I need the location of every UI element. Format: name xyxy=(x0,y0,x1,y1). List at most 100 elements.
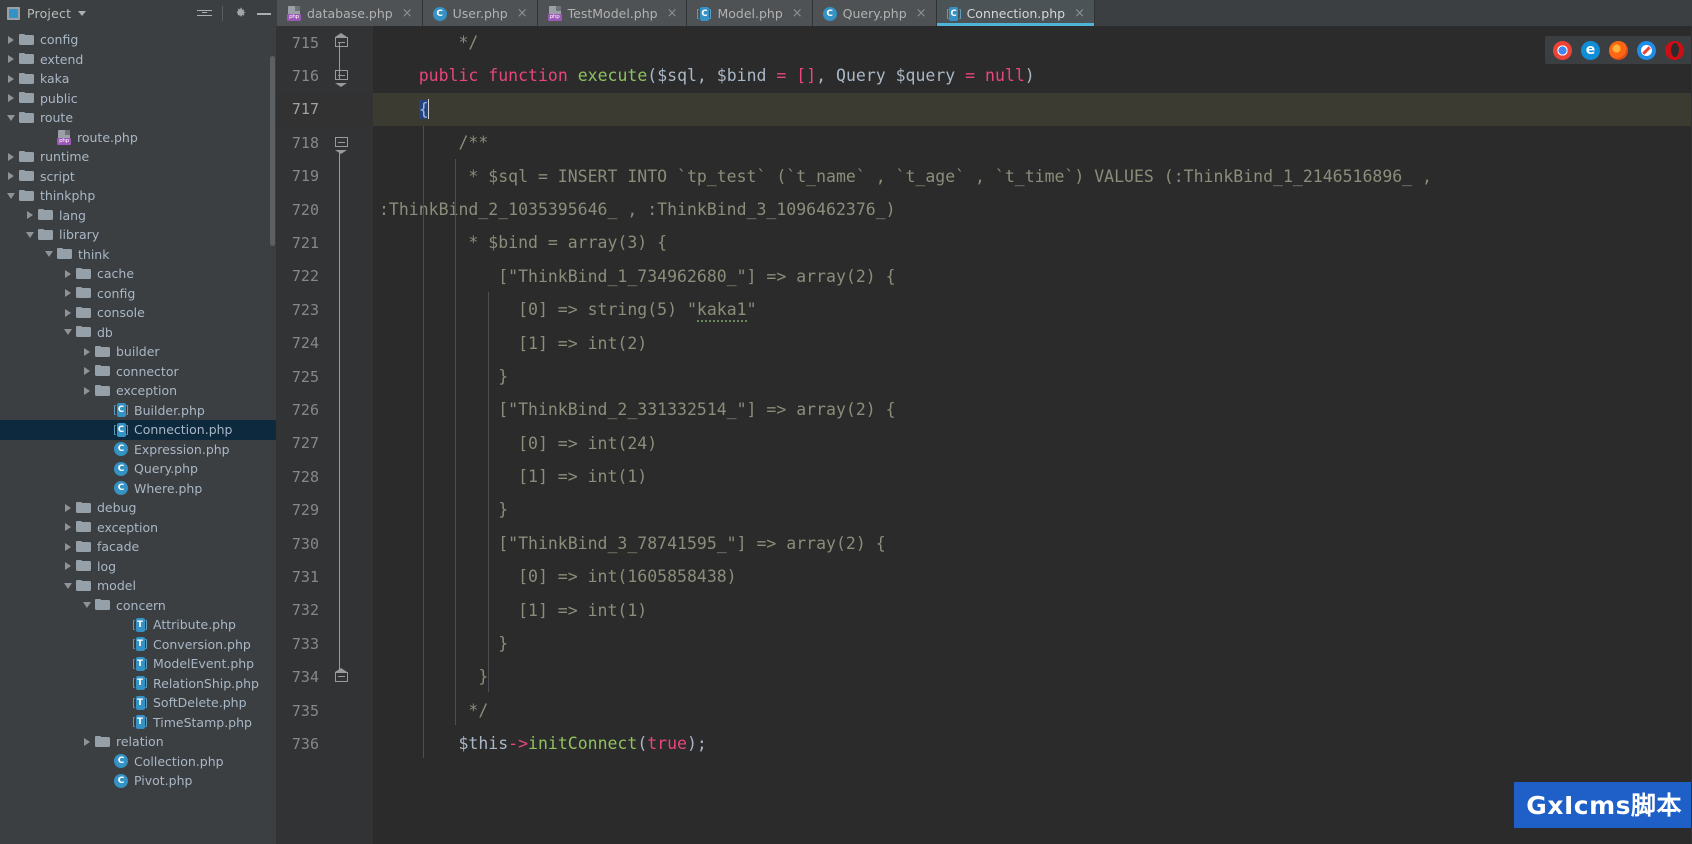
line-number[interactable]: 725 xyxy=(277,360,373,393)
line-number[interactable]: 731 xyxy=(277,560,373,593)
chevron-down-icon[interactable] xyxy=(5,115,17,121)
line-number[interactable]: 716 xyxy=(277,59,373,92)
fold-toggle-icon[interactable] xyxy=(335,70,348,88)
code-line-728[interactable]: } xyxy=(373,493,1692,526)
chevron-down-icon[interactable] xyxy=(5,193,17,199)
close-icon[interactable]: × xyxy=(1074,7,1085,20)
code-line-719[interactable]: * $sql = INSERT INTO `tp_test` (`t_name`… xyxy=(373,160,1692,193)
chrome-browser-icon[interactable] xyxy=(1553,40,1572,60)
tree-item-exception[interactable]: exception xyxy=(0,381,277,401)
tree-item-thinkphp[interactable]: thinkphp xyxy=(0,186,277,206)
chevron-right-icon[interactable] xyxy=(81,367,93,375)
chevron-right-icon[interactable] xyxy=(62,523,74,531)
chevron-right-icon[interactable] xyxy=(5,75,17,83)
tree-item-collection-php[interactable]: C Collection.php xyxy=(0,752,277,772)
tree-item-builder[interactable]: builder xyxy=(0,342,277,362)
tree-item-expression-php[interactable]: C Expression.php xyxy=(0,440,277,460)
tree-item-route-php[interactable]: php route.php xyxy=(0,128,277,148)
chevron-right-icon[interactable] xyxy=(5,153,17,161)
line-number[interactable]: 719 xyxy=(277,160,373,193)
chevron-right-icon[interactable] xyxy=(81,348,93,356)
tab-connection-php[interactable]: C Connection.php × xyxy=(936,0,1095,26)
tree-item-console[interactable]: console xyxy=(0,303,277,323)
code-line-717[interactable]: { xyxy=(373,92,1692,127)
chevron-right-icon[interactable] xyxy=(62,270,74,278)
close-icon[interactable]: × xyxy=(517,7,528,20)
chevron-down-icon[interactable] xyxy=(78,10,87,16)
line-number[interactable]: 723 xyxy=(277,293,373,326)
chevron-right-icon[interactable] xyxy=(24,211,36,219)
tab-query-php[interactable]: C Query.php × xyxy=(812,0,937,26)
line-number[interactable]: 718 xyxy=(277,126,373,159)
code-editor[interactable]: 715 716 717 718 719 720 721 722 723 724 725 726 727 7… xyxy=(277,26,1692,844)
code-line-726[interactable]: [0] => int(24) xyxy=(373,427,1692,460)
chevron-right-icon[interactable] xyxy=(62,543,74,551)
settings-gear-icon[interactable] xyxy=(233,6,247,20)
chevron-right-icon[interactable] xyxy=(62,289,74,297)
tree-item-conversion-php[interactable]: T Conversion.php xyxy=(0,635,277,655)
close-icon[interactable]: × xyxy=(402,7,413,20)
tree-item-config[interactable]: config xyxy=(0,284,277,304)
chevron-right-icon[interactable] xyxy=(81,738,93,746)
chevron-down-icon[interactable] xyxy=(43,251,55,257)
tree-item-connection-php[interactable]: C Connection.php xyxy=(0,420,277,440)
code-line-725[interactable]: ["ThinkBind_2_331332514_"] => array(2) { xyxy=(373,393,1692,426)
tree-item-relationship-php[interactable]: T RelationShip.php xyxy=(0,674,277,694)
line-number[interactable]: 728 xyxy=(277,460,373,493)
code-line-727[interactable]: [1] => int(1) xyxy=(373,460,1692,493)
opera-browser-icon[interactable] xyxy=(1665,40,1684,60)
line-number[interactable]: 730 xyxy=(277,527,373,560)
tree-item-cache[interactable]: cache xyxy=(0,264,277,284)
code-line-720[interactable]: * $bind = array(3) { xyxy=(373,226,1692,259)
close-icon[interactable]: × xyxy=(916,7,927,20)
project-tree-panel[interactable]: config extend kaka public route php route.php r… xyxy=(0,26,277,844)
chevron-down-icon[interactable] xyxy=(62,583,74,589)
chevron-right-icon[interactable] xyxy=(5,36,17,44)
tree-item-pivot-php[interactable]: C Pivot.php xyxy=(0,771,277,791)
tree-item-extend[interactable]: extend xyxy=(0,50,277,70)
code-line-736[interactable] xyxy=(373,761,1692,794)
safari-browser-icon[interactable] xyxy=(1637,40,1656,60)
tree-item-connector[interactable]: connector xyxy=(0,362,277,382)
tree-item-lang[interactable]: lang xyxy=(0,206,277,226)
code-line-729[interactable]: ["ThinkBind_3_78741595_"] => array(2) { xyxy=(373,527,1692,560)
tree-item-script[interactable]: script xyxy=(0,167,277,187)
tree-item-relation[interactable]: relation xyxy=(0,732,277,752)
chevron-down-icon[interactable] xyxy=(24,232,36,238)
tree-item-kaka[interactable]: kaka xyxy=(0,69,277,89)
tree-item-library[interactable]: library xyxy=(0,225,277,245)
code-line-718[interactable]: /** xyxy=(373,126,1692,159)
tree-item-db[interactable]: db xyxy=(0,323,277,343)
line-number[interactable]: 736 xyxy=(277,727,373,760)
chevron-down-icon[interactable] xyxy=(62,329,74,335)
code-line-734[interactable]: */ xyxy=(373,694,1692,727)
line-number[interactable]: 721 xyxy=(277,226,373,259)
code-line-730[interactable]: [0] => int(1605858438) xyxy=(373,560,1692,593)
close-icon[interactable]: × xyxy=(667,7,678,20)
tree-item-think[interactable]: think xyxy=(0,245,277,265)
collapse-all-icon[interactable] xyxy=(197,7,212,20)
tree-item-facade[interactable]: facade xyxy=(0,537,277,557)
line-number[interactable]: 726 xyxy=(277,393,373,426)
line-number[interactable]: 717 xyxy=(277,92,373,127)
chevron-right-icon[interactable] xyxy=(5,172,17,180)
chevron-right-icon[interactable] xyxy=(81,387,93,395)
line-number[interactable]: 733 xyxy=(277,627,373,660)
sidebar-scrollbar[interactable] xyxy=(270,56,275,246)
code-line-716[interactable]: public function execute($sql, $bind = []… xyxy=(373,59,1692,92)
tab-database-php[interactable]: php database.php × xyxy=(277,0,423,26)
firefox-browser-icon[interactable] xyxy=(1609,40,1628,60)
chevron-down-icon[interactable] xyxy=(81,602,93,608)
tree-item-timestamp-php[interactable]: T TimeStamp.php xyxy=(0,713,277,733)
code-content-area[interactable]: */ public function execute($sql, $bind =… xyxy=(373,26,1692,844)
tree-item-concern[interactable]: concern xyxy=(0,596,277,616)
code-line-719-wrap[interactable]: :ThinkBind_2_1035395646_ , :ThinkBind_3_… xyxy=(373,193,1692,226)
code-line-732[interactable]: } xyxy=(373,627,1692,660)
line-number[interactable]: 722 xyxy=(277,260,373,293)
line-number[interactable]: 724 xyxy=(277,327,373,360)
line-number[interactable]: 735 xyxy=(277,694,373,727)
tree-item-model[interactable]: model xyxy=(0,576,277,596)
chevron-right-icon[interactable] xyxy=(62,562,74,570)
tree-item-builder-php[interactable]: C Builder.php xyxy=(0,401,277,421)
tab-testmodel-php[interactable]: php TestModel.php × xyxy=(537,0,688,26)
